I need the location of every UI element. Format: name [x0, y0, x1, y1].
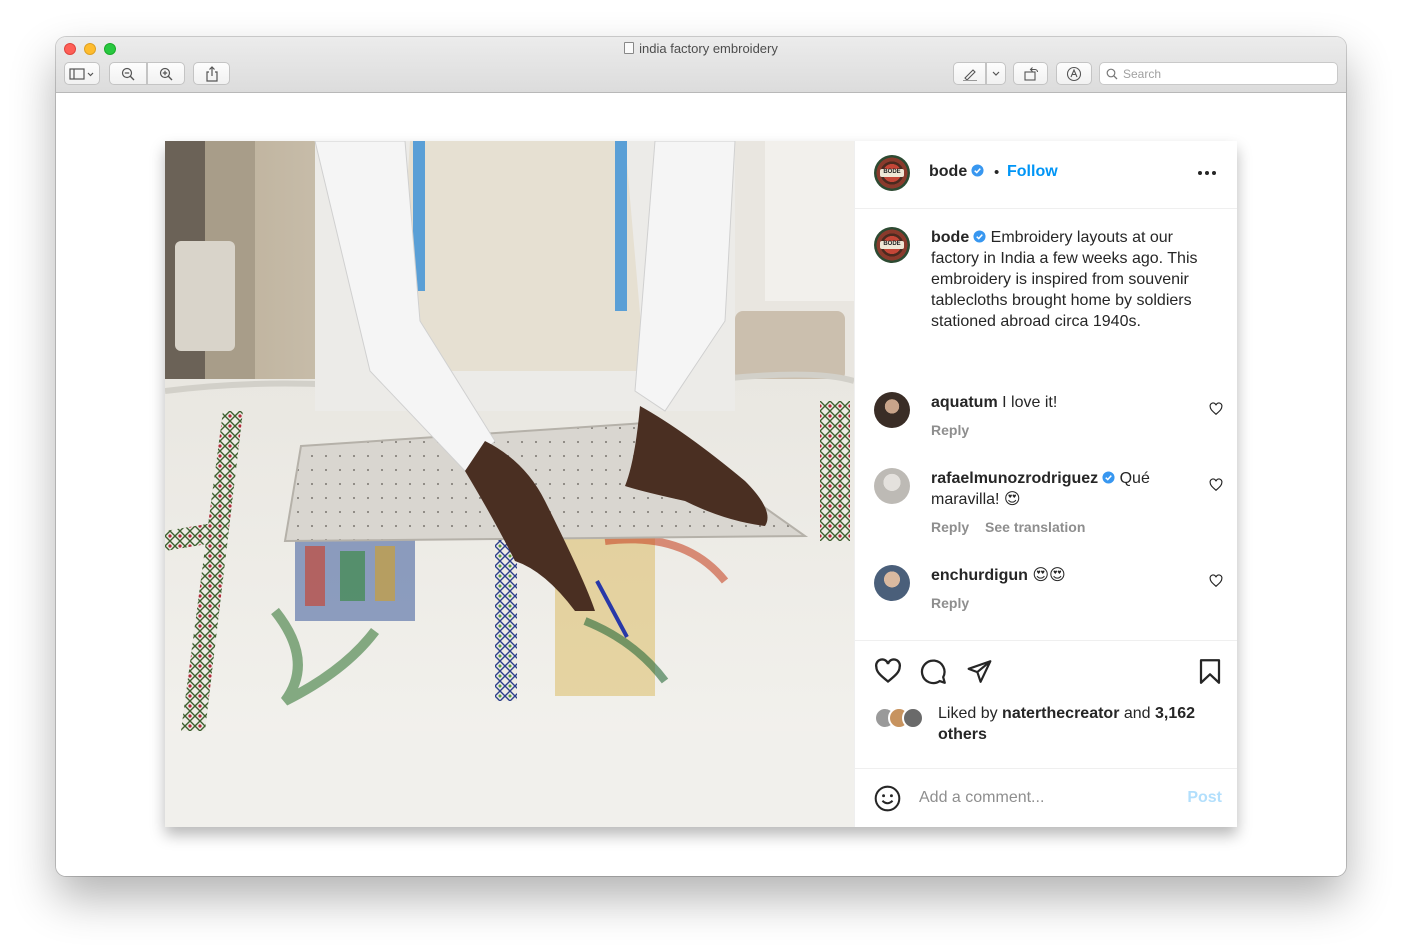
- sidebar-toggle-button[interactable]: [64, 62, 100, 85]
- window-title-text: india factory embroidery: [639, 41, 778, 56]
- emoji-smiley-icon[interactable]: [874, 785, 901, 812]
- markup-pen-button[interactable]: [953, 62, 986, 85]
- markup-toolbar-button[interactable]: [1056, 62, 1092, 85]
- caption-text: Embroidery layouts at our factory in Ind…: [931, 229, 1198, 330]
- likes-prefix: Liked by: [938, 705, 998, 722]
- comment-text: I love it!: [1002, 394, 1058, 411]
- like-heart-icon[interactable]: [874, 658, 902, 684]
- likes-summary: Liked by naterthecreator and 3,162 other…: [938, 703, 1223, 745]
- share-icon: [205, 65, 218, 82]
- comment-username[interactable]: rafaelmunozrodriguez: [931, 470, 1098, 487]
- caption-avatar[interactable]: BODE: [874, 227, 910, 263]
- more-options-icon[interactable]: [1193, 163, 1221, 183]
- share-paper-plane-icon[interactable]: [966, 658, 993, 684]
- reply-button[interactable]: Reply: [931, 595, 969, 611]
- instagram-post: BODE bode • Follow BODE bode Embroidery …: [165, 141, 1237, 827]
- search-field[interactable]: [1099, 62, 1338, 85]
- comment-3-actions: Reply: [931, 595, 969, 611]
- likes-connector: and: [1123, 705, 1151, 722]
- author-username[interactable]: bode: [929, 163, 967, 180]
- verified-badge-icon: [973, 230, 986, 243]
- post-caption: bode Embroidery layouts at our factory i…: [931, 227, 1221, 332]
- document-icon: [624, 42, 635, 54]
- header-separator: •: [994, 164, 1000, 181]
- comment-2: rafaelmunozrodriguez Qué maravilla! 😍: [931, 468, 1201, 510]
- post-actions: Liked by naterthecreator and 3,162 other…: [855, 640, 1237, 769]
- post-comment-button[interactable]: Post: [1187, 789, 1222, 807]
- comment-text: 😍😍: [1032, 567, 1066, 584]
- likes-count[interactable]: 3,162: [1155, 705, 1195, 722]
- comment-1: aquatum I love it!: [931, 392, 1191, 413]
- likes-others[interactable]: others: [938, 726, 987, 743]
- comment-username[interactable]: aquatum: [931, 394, 998, 411]
- verified-badge-icon: [971, 164, 984, 177]
- post-photo[interactable]: [165, 141, 854, 827]
- avatar-logo-text: BODE: [880, 241, 904, 249]
- chevron-down-icon: [992, 71, 1000, 76]
- window-title: india factory embroidery: [56, 41, 1346, 56]
- see-translation-button[interactable]: See translation: [985, 519, 1085, 535]
- avatar-logo-text: BODE: [880, 169, 904, 177]
- zoom-out-icon: [121, 67, 135, 80]
- markup-dropdown-button[interactable]: [986, 62, 1006, 85]
- comment-like-icon[interactable]: [1209, 574, 1223, 588]
- comment-2-actions: Reply See translation: [931, 519, 1085, 535]
- zoom-out-button[interactable]: [109, 62, 147, 85]
- post-side-panel: BODE bode • Follow BODE bode Embroidery …: [854, 141, 1237, 827]
- search-input[interactable]: [1123, 66, 1323, 81]
- liker-avatar: [902, 707, 924, 729]
- share-button[interactable]: [193, 62, 230, 85]
- comment-bubble-icon[interactable]: [920, 658, 947, 685]
- comment-like-icon[interactable]: [1209, 478, 1223, 492]
- embroidery-photo: [165, 141, 854, 827]
- author-avatar[interactable]: BODE: [874, 155, 910, 191]
- reply-button[interactable]: Reply: [931, 519, 969, 535]
- follow-button[interactable]: Follow: [1007, 163, 1058, 181]
- preview-window: india factory embroidery Search BODE bod…: [56, 37, 1346, 876]
- post-header: BODE bode • Follow: [855, 141, 1237, 209]
- comment-input[interactable]: [919, 787, 1159, 809]
- author-name-group: bode: [929, 163, 984, 181]
- liker-avatars: [874, 705, 934, 729]
- verified-badge-icon: [1102, 471, 1115, 484]
- search-icon: [1106, 68, 1118, 79]
- commenter-avatar[interactable]: [874, 468, 910, 504]
- comment-1-actions: Reply: [931, 422, 969, 438]
- caption-username[interactable]: bode: [931, 229, 969, 246]
- pen-icon: [962, 68, 977, 81]
- likes-username[interactable]: naterthecreator: [1002, 705, 1119, 722]
- sidebar-icon: [69, 67, 94, 80]
- add-comment-bar: Post: [855, 768, 1237, 827]
- rotate-button[interactable]: [1013, 62, 1048, 85]
- reply-button[interactable]: Reply: [931, 422, 969, 438]
- zoom-in-icon: [159, 67, 173, 80]
- markup-icon: [1066, 66, 1082, 81]
- comment-3: enchurdigun 😍😍: [931, 565, 1191, 586]
- comment-username[interactable]: enchurdigun: [931, 567, 1028, 584]
- save-bookmark-icon[interactable]: [1198, 658, 1222, 685]
- zoom-in-button[interactable]: [147, 62, 185, 85]
- document-content: BODE bode • Follow BODE bode Embroidery …: [56, 93, 1346, 876]
- title-bar: india factory embroidery: [56, 37, 1346, 93]
- comment-like-icon[interactable]: [1209, 402, 1223, 416]
- commenter-avatar[interactable]: [874, 565, 910, 601]
- rotate-icon: [1023, 67, 1038, 81]
- commenter-avatar[interactable]: [874, 392, 910, 428]
